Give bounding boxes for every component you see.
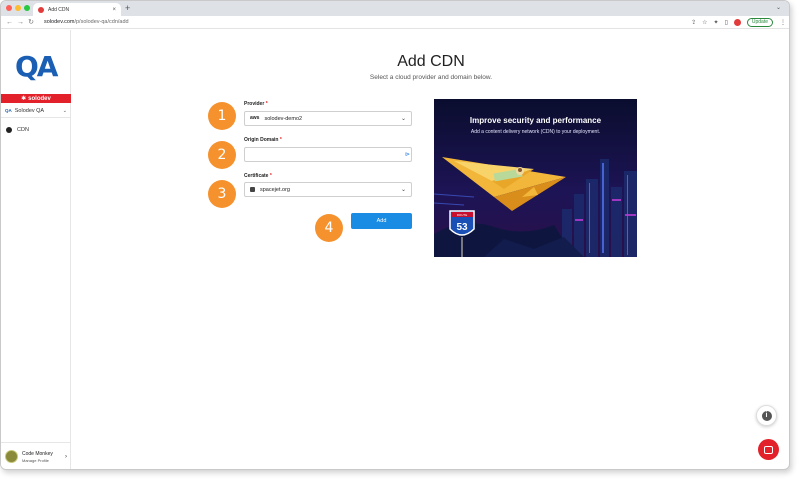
manage-profile-link[interactable]: Manage Profile	[22, 458, 61, 463]
chevron-down-icon: ⌄	[62, 107, 67, 114]
solodev-extension-icon[interactable]	[733, 18, 741, 26]
brand-bar: ✱ solodev	[1, 94, 71, 103]
provider-select[interactable]: aws solodev-demo2 ⌄	[244, 111, 412, 126]
browser-menu-icon[interactable]: ⋮	[780, 19, 786, 26]
forward-icon[interactable]: →	[17, 19, 24, 26]
chevron-down-icon: ⌄	[400, 187, 406, 193]
promo-subtitle: Add a content delivery network (CDN) to …	[470, 129, 601, 135]
browser-tab[interactable]: Add CDN ×	[33, 3, 121, 16]
sidebar-item-cdn[interactable]: CDN	[1, 124, 71, 136]
url-domain: solodev.com	[44, 19, 75, 25]
minimize-window-button[interactable]	[15, 5, 21, 11]
required-mark: *	[265, 101, 268, 107]
cdn-icon	[6, 127, 12, 133]
origin-domain-label: Origin Domain *	[244, 137, 282, 143]
profile-text: Code Monkey Manage Profile	[22, 451, 61, 463]
step-badge-2: 2	[208, 141, 236, 169]
lock-icon	[250, 187, 255, 192]
autofill-icon[interactable]: ⊳	[405, 151, 410, 158]
aws-logo-icon: aws	[250, 115, 260, 121]
tab-close-icon[interactable]: ×	[112, 7, 116, 13]
origin-domain-input[interactable]: ⊳	[244, 147, 412, 162]
url-path: /p/solodev-qa/cdn/add	[74, 19, 129, 25]
route-shield-label: ROUTE	[457, 213, 468, 217]
chat-icon	[764, 445, 773, 454]
favicon-icon	[38, 6, 44, 13]
workspace-selector[interactable]: QA Solodev QA ⌄	[1, 104, 71, 118]
close-window-button[interactable]	[6, 5, 12, 11]
zoom-window-button[interactable]	[24, 5, 30, 11]
route-shield-number: 53	[456, 222, 468, 233]
certificate-value: spacejet.org	[260, 186, 290, 193]
tab-search-icon[interactable]: ⌄	[776, 4, 781, 11]
profile-menu[interactable]: Code Monkey Manage Profile ›	[1, 442, 71, 469]
browser-window: Add CDN × + ⌄ ← → ↻ solodev.com/p/solode…	[0, 0, 790, 470]
promo-title: Improve security and performance	[469, 116, 602, 125]
page-title: Add CDN	[397, 53, 465, 70]
reload-icon[interactable]: ↻	[28, 18, 34, 26]
extensions-icon[interactable]: ✦	[714, 19, 719, 26]
solodev-logo-icon: ✱	[21, 96, 27, 102]
sidebar-item-label: CDN	[17, 127, 29, 133]
window-controls	[6, 5, 30, 11]
chevron-right-icon: ›	[65, 453, 67, 460]
step-badge-1: 1	[208, 102, 236, 130]
address-bar[interactable]: solodev.com/p/solodev-qa/cdn/add	[44, 19, 688, 25]
new-tab-button[interactable]: +	[125, 3, 130, 13]
tab-strip: Add CDN × + ⌄	[1, 1, 789, 16]
required-mark: *	[269, 173, 272, 179]
step-badge-3: 3	[208, 180, 236, 208]
provider-label: Provider *	[244, 101, 268, 107]
update-button[interactable]: Update	[746, 17, 773, 27]
page-subtitle: Select a cloud provider and domain below…	[369, 74, 493, 81]
chevron-down-icon: ⌄	[400, 116, 406, 122]
browser-toolbar: ← → ↻ solodev.com/p/solodev-qa/cdn/add ⇪…	[1, 16, 789, 29]
info-icon: i	[761, 410, 772, 421]
step-badge-4: 4	[315, 214, 343, 242]
profile-name: Code Monkey	[22, 450, 53, 457]
workspace-name: Solodev QA	[14, 107, 45, 114]
chat-button[interactable]	[758, 439, 779, 460]
back-icon[interactable]: ←	[6, 19, 13, 26]
share-icon[interactable]: ⇪	[691, 19, 696, 26]
sidebar-toggle-icon[interactable]: ▯	[725, 19, 728, 26]
provider-value: solodev-demo2	[264, 115, 303, 122]
bookmark-star-icon[interactable]: ☆	[702, 19, 707, 26]
info-button[interactable]: i	[756, 405, 777, 426]
tab-title: Add CDN	[48, 6, 70, 13]
required-mark: *	[279, 137, 282, 143]
sidebar: QA ✱ solodev QA Solodev QA ⌄ CDN Code Mo…	[1, 30, 71, 469]
add-button[interactable]: Add	[351, 213, 412, 229]
brand-name: solodev	[28, 95, 51, 102]
certificate-label-text: Certificate	[244, 173, 269, 179]
certificate-select[interactable]: spacejet.org ⌄	[244, 182, 412, 197]
promo-banner: ROUTE 53 Improve security and performanc…	[434, 99, 637, 257]
certificate-label: Certificate *	[244, 173, 272, 179]
workspace-logo: QA	[1, 42, 71, 92]
provider-label-text: Provider	[244, 101, 265, 107]
qa-logo: QA	[15, 50, 59, 83]
origin-label-text: Origin Domain	[244, 137, 279, 143]
workspace-badge: QA	[5, 108, 12, 113]
avatar	[5, 450, 18, 463]
